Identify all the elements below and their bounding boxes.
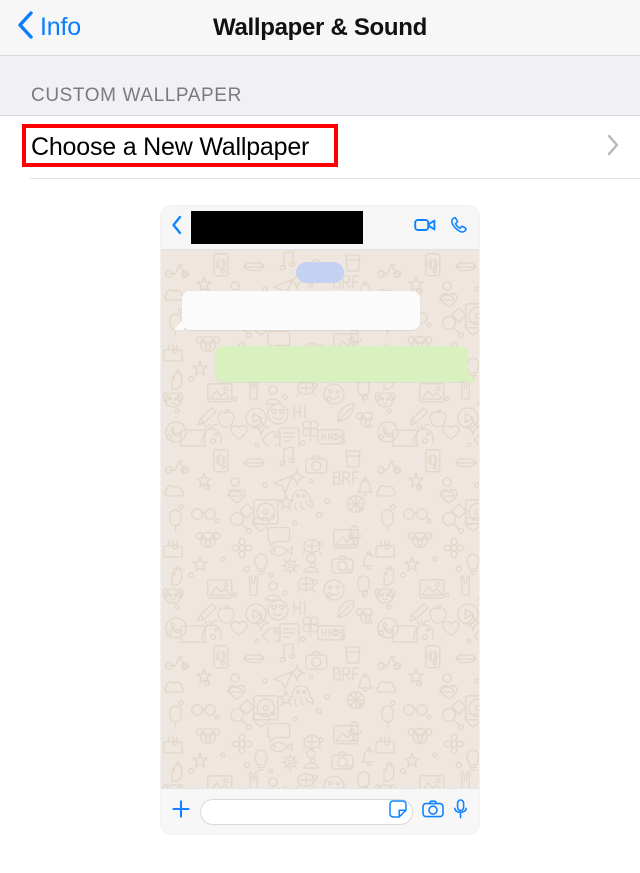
chevron-right-icon [606, 133, 620, 162]
back-button-label: Info [40, 13, 81, 41]
video-camera-icon[interactable] [414, 217, 436, 238]
chat-preview-card [161, 206, 479, 834]
preview-message-input-bar [161, 788, 479, 834]
chevron-left-icon [16, 10, 34, 45]
message-input-field[interactable] [200, 798, 413, 825]
back-button[interactable]: Info [0, 10, 81, 45]
camera-icon[interactable] [422, 800, 444, 823]
preview-call-actions [414, 216, 468, 239]
choose-new-wallpaper-row[interactable]: Choose a New Wallpaper [0, 116, 640, 178]
plus-icon[interactable] [171, 799, 191, 824]
wallpaper-preview-container [0, 179, 640, 834]
outgoing-message-bubble [215, 346, 476, 382]
phone-icon[interactable] [450, 216, 468, 239]
preview-back-chevron-icon[interactable] [171, 215, 183, 240]
microphone-icon[interactable] [453, 799, 468, 824]
incoming-message-bubble [174, 291, 420, 330]
sticker-icon[interactable] [389, 800, 407, 823]
preview-chat-topbar [161, 206, 479, 250]
section-header-label: CUSTOM WALLPAPER [31, 85, 242, 106]
navigation-bar: Info Wallpaper & Sound [0, 0, 640, 56]
page-title: Wallpaper & Sound [212, 13, 428, 41]
choose-new-wallpaper-label: Choose a New Wallpaper [31, 132, 310, 161]
date-divider-pill [296, 262, 344, 283]
section-header-custom-wallpaper: CUSTOM WALLPAPER [0, 56, 640, 116]
preview-chat-content [161, 251, 479, 788]
redacted-contact-name [191, 211, 363, 244]
